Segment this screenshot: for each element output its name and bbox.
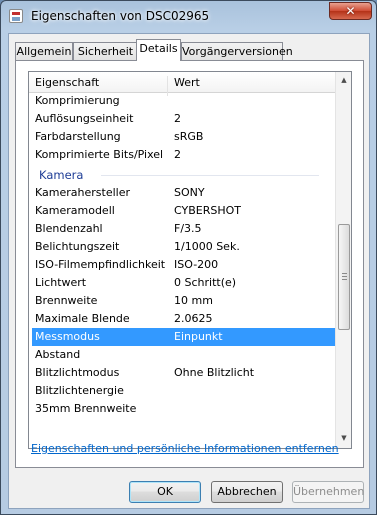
- property-name: Komprimierte Bits/Pixel: [35, 148, 164, 161]
- list-row[interactable]: 35mm Brennweite: [29, 400, 335, 418]
- list-row[interactable]: Komprimierung: [29, 92, 335, 110]
- list-row[interactable]: Belichtungszeit 1/1000 Sek.: [29, 238, 335, 256]
- property-name: Blitzlichtmodus: [35, 366, 120, 379]
- close-button[interactable]: ✕: [329, 2, 372, 20]
- properties-window: Eigenschaften von DSC02965 ✕ Allgemein S…: [0, 0, 377, 515]
- property-value[interactable]: 1/1000 Sek.: [174, 240, 240, 253]
- scrollbar-thumb[interactable]: [338, 224, 350, 330]
- property-name: Kamerahersteller: [35, 186, 130, 199]
- property-name: Farbdarstellung: [35, 130, 121, 143]
- property-name: 35mm Brennweite: [35, 402, 137, 415]
- group-label: Kamera: [39, 168, 84, 182]
- property-list[interactable]: Eigenschaft Wert Komprimierung Auflösung…: [28, 71, 352, 449]
- list-row[interactable]: ISO-Filmempfindlichkeit ISO-200: [29, 256, 335, 274]
- tab-vorgaengerversionen[interactable]: Vorgängerversionen: [181, 42, 293, 60]
- property-value[interactable]: 0 Schritt(e): [174, 276, 236, 289]
- details-panel: Eigenschaft Wert Komprimierung Auflösung…: [15, 60, 364, 468]
- list-row[interactable]: Lichtwert 0 Schritt(e): [29, 274, 335, 292]
- property-value[interactable]: SONY: [174, 186, 205, 199]
- grip-line: [342, 273, 347, 274]
- group-header-kamera: Kamera: [29, 164, 335, 184]
- property-name: Kameramodell: [35, 204, 115, 217]
- cancel-button[interactable]: Abbrechen: [211, 481, 283, 503]
- list-row[interactable]: Maximale Blende 2.0625: [29, 310, 335, 328]
- list-row[interactable]: Komprimierte Bits/Pixel 2: [29, 146, 335, 164]
- property-name: Belichtungszeit: [35, 240, 120, 253]
- list-header: Eigenschaft Wert: [29, 72, 335, 96]
- property-value[interactable]: 10 mm: [174, 294, 213, 307]
- list-row[interactable]: Farbdarstellung sRGB: [29, 128, 335, 146]
- property-name: Blitzlichtenergie: [35, 384, 124, 397]
- property-value[interactable]: CYBERSHOT: [174, 204, 241, 217]
- property-name: Abstand: [35, 348, 81, 361]
- list-row[interactable]: Kamerahersteller SONY: [29, 184, 335, 202]
- grip-line: [342, 279, 347, 280]
- tab-sicherheit[interactable]: Sicherheit: [73, 42, 138, 60]
- property-value: sRGB: [174, 130, 204, 143]
- property-value: 2: [174, 112, 181, 125]
- list-row[interactable]: Blitzlichtenergie: [29, 382, 335, 400]
- property-value[interactable]: 2.0625: [174, 312, 213, 325]
- property-name: Auflösungseinheit: [35, 112, 134, 125]
- property-value[interactable]: F/3.5: [174, 222, 202, 235]
- list-row[interactable]: Blitzlichtmodus Ohne Blitzlicht: [29, 364, 335, 382]
- image-file-icon: [9, 9, 23, 23]
- vertical-scrollbar[interactable]: ▲ ▼: [335, 72, 351, 448]
- scroll-up-arrow-icon[interactable]: ▲: [336, 72, 351, 88]
- grip-line: [342, 276, 347, 277]
- property-value: 2: [174, 148, 181, 161]
- property-value[interactable]: ISO-200: [174, 258, 218, 271]
- property-name: Messmodus: [35, 330, 100, 343]
- tab-allgemein[interactable]: Allgemein: [15, 42, 73, 60]
- group-divider: [101, 175, 319, 176]
- property-name: Brennweite: [35, 294, 98, 307]
- property-value[interactable]: Ohne Blitzlicht: [174, 366, 254, 379]
- property-name: Maximale Blende: [35, 312, 130, 325]
- tab-details[interactable]: Details: [136, 39, 181, 61]
- list-row[interactable]: Brennweite 10 mm: [29, 292, 335, 310]
- ok-button[interactable]: OK: [129, 481, 201, 503]
- list-row[interactable]: Blendenzahl F/3.5: [29, 220, 335, 238]
- column-header-property[interactable]: Eigenschaft: [35, 76, 99, 89]
- property-name: Lichtwert: [35, 276, 87, 289]
- property-value[interactable]: Einpunkt: [174, 330, 223, 343]
- window-title: Eigenschaften von DSC02965: [31, 9, 210, 23]
- close-icon: ✕: [345, 4, 356, 18]
- list-row-selected[interactable]: Messmodus Einpunkt: [32, 328, 335, 346]
- list-rows: Komprimierung Auflösungseinheit 2 Farbda…: [29, 92, 335, 418]
- list-row[interactable]: Kameramodell CYBERSHOT: [29, 202, 335, 220]
- property-name: Blendenzahl: [35, 222, 103, 235]
- property-name: Komprimierung: [35, 94, 120, 107]
- column-header-value[interactable]: Wert: [174, 76, 200, 89]
- list-row[interactable]: Abstand: [29, 346, 335, 364]
- title-bar[interactable]: Eigenschaften von DSC02965 ✕: [1, 1, 376, 31]
- remove-properties-link[interactable]: Eigenschaften und persönliche Informatio…: [31, 442, 339, 455]
- dialog-client-area: Allgemein Sicherheit Details Vorgängerve…: [8, 33, 370, 509]
- apply-button[interactable]: Übernehmen: [292, 481, 364, 503]
- property-name: ISO-Filmempfindlichkeit: [35, 258, 166, 271]
- list-row[interactable]: Auflösungseinheit 2: [29, 110, 335, 128]
